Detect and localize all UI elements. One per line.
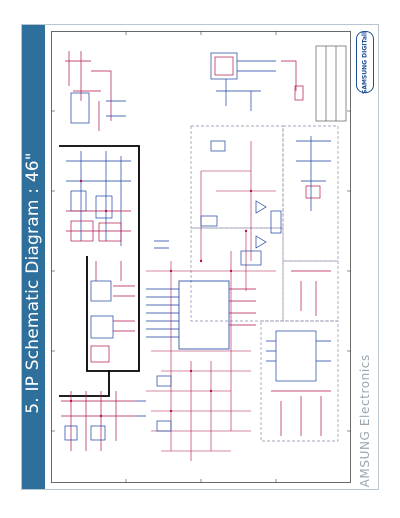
page: 5. IP Schematic Diagram : 46" SAMSUNG El… bbox=[0, 0, 400, 518]
slide-title: 5. IP Schematic Diagram : 46" bbox=[23, 152, 43, 414]
footer-brand: SAMSUNG Electronics bbox=[358, 354, 372, 490]
center-parts bbox=[154, 140, 282, 432]
power-stage-upper bbox=[66, 151, 131, 246]
center-wiring bbox=[146, 141, 276, 461]
power-section-boundary bbox=[59, 145, 140, 397]
title-block bbox=[315, 45, 347, 122]
schematic-diagram bbox=[51, 31, 351, 483]
input-filter bbox=[61, 391, 146, 451]
circuit-top-right bbox=[210, 52, 304, 111]
samsung-logo: SAMSUNG DIGITall bbox=[356, 31, 374, 95]
logo-text: SAMSUNG DIGITall bbox=[361, 31, 369, 95]
slide: 5. IP Schematic Diagram : 46" SAMSUNG El… bbox=[21, 24, 379, 490]
junction-dots bbox=[69, 179, 253, 418]
right-circuits bbox=[266, 136, 331, 436]
transformer-section bbox=[90, 261, 135, 363]
power-section-boundary-2 bbox=[86, 256, 109, 372]
title-wrap: 5. IP Schematic Diagram : 46" bbox=[22, 25, 45, 489]
controller-ic bbox=[146, 280, 256, 350]
circuit-top-left bbox=[65, 51, 126, 131]
